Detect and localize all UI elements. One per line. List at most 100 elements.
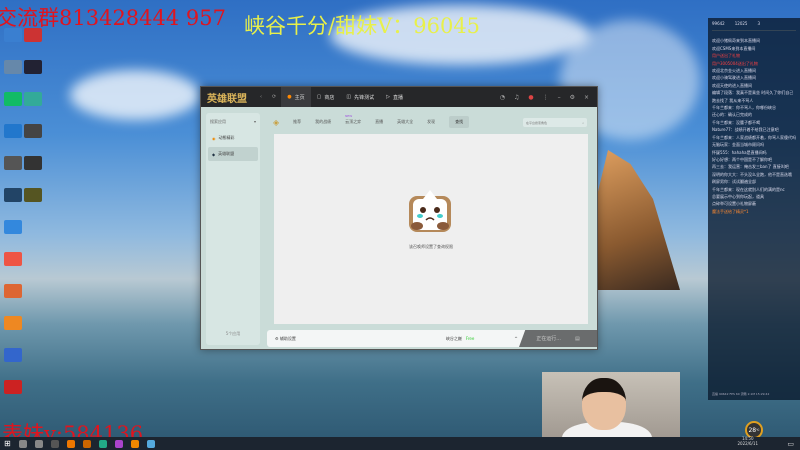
search-input[interactable]: 在平台搜索角色 ⌕ (523, 117, 587, 127)
nav-heroes[interactable]: 英雄大全 (397, 119, 413, 125)
viewer-count: 99642 (712, 21, 725, 26)
back-icon[interactable]: ‹ (255, 94, 267, 100)
lol-client-window: 英雄联盟 ‹ ⟳ ● 主页 ▢ 商店 ◫ 先锋测试 ▷ 直播 ◔ ♫ ● ⋮ – ⚙ × 搜索应用… (200, 86, 598, 350)
sidebar-search-label: 搜索应用 (210, 119, 226, 124)
chat-message: 欢迎北京金火进入直播间 (712, 68, 756, 74)
app-icon[interactable] (114, 439, 123, 448)
menu-icon[interactable]: ▤ (575, 336, 580, 342)
play-icon: ▷ (386, 94, 390, 100)
assist-settings-button[interactable]: 辅助设置 (280, 336, 296, 342)
crying-poro-icon (409, 190, 451, 232)
desktop-icon[interactable] (4, 28, 22, 42)
edge-icon[interactable] (98, 439, 107, 448)
running-button[interactable]: 正在运行... ▤ (519, 330, 597, 347)
lol-client-icon[interactable] (130, 439, 139, 448)
desktop-icon[interactable] (4, 380, 22, 394)
stream-stats: 直播 99642 FPS 60 流畅 2.1M 15:29:42 (712, 391, 770, 396)
menu-icon[interactable]: ⋮ (543, 94, 549, 101)
tab-shop[interactable]: ▢ 商店 (311, 87, 341, 107)
desktop-icon[interactable] (4, 284, 22, 298)
nav-discover[interactable]: 发现 (427, 119, 435, 125)
cloud (70, 70, 200, 120)
sidebar-item-label: 英雄联盟 (218, 151, 235, 156)
clock[interactable]: 14:50 2022/6/11 (737, 436, 758, 446)
app-icon[interactable] (50, 439, 59, 448)
new-badge: NEW (345, 114, 353, 118)
desktop-icon[interactable] (4, 92, 22, 106)
task-view-icon[interactable] (34, 439, 43, 448)
sidebar-item-label: 动態精彩 (218, 135, 235, 140)
desktop-icon[interactable] (4, 60, 22, 74)
minimize-icon[interactable]: – (558, 94, 561, 101)
nav-my-record[interactable]: 我的战绩 (315, 119, 331, 125)
temperature-value: 28 (748, 426, 757, 434)
chat-message: 千年兰都来：人家战绩都开着，你骂人家傻代吗 (712, 134, 796, 140)
chevron-down-icon: ▾ (253, 119, 256, 124)
desktop-icon[interactable] (4, 188, 22, 202)
chat-message: 还心的：确认已完成的 (712, 112, 752, 118)
gamepad-icon: ◫ (346, 94, 352, 100)
desktop-icon[interactable] (4, 156, 22, 170)
start-icon[interactable]: ⊞ (4, 439, 11, 448)
tab-label: 先锋测试 (354, 94, 375, 101)
sidebar: 搜索应用 ▾ ◉ 动態精彩 ◆ 英雄联盟 5个应用 (206, 113, 260, 345)
region-selector[interactable]: 峡谷之巅 (446, 336, 462, 342)
desktop-icon[interactable] (4, 316, 22, 330)
tab-home[interactable]: ● 主页 (281, 87, 311, 107)
desktop-icon[interactable] (24, 124, 42, 138)
desktop-icon[interactable] (4, 348, 22, 362)
empty-message: 该召唤师设置了查询权限 (409, 244, 453, 249)
chat-message: 用户3005004送出了礼物 (712, 60, 758, 66)
overlay-wechat-text: 峡谷千分/甜妹V：96045 (244, 14, 481, 38)
refresh-icon[interactable]: ⟳ (267, 94, 281, 100)
nav-tft[interactable]: NEW 云顶之弈 (345, 114, 361, 125)
client-logo: 英雄联盟 (207, 93, 247, 105)
settings-icon[interactable]: ⚙ (570, 94, 575, 101)
desktop-icon[interactable] (4, 124, 22, 138)
desktop-icon[interactable] (24, 60, 42, 74)
live-chat-panel: 99642 12025 3 欢迎小猪佩奇来到本直播间 欢迎CSMS来到本直播间 用户… (708, 18, 800, 400)
client-footer: ⚙ 辅助设置 峡谷之巅 Free ^ 正在运行... ▤ (267, 330, 597, 347)
app-icon[interactable] (146, 439, 155, 448)
sidebar-footer: 5个应用 (225, 331, 241, 336)
clock-date: 2022/6/11 (737, 441, 758, 446)
chat-message: 再三去：我运营：俺击发三ban了 直接叫吧 (712, 164, 789, 170)
bell-icon[interactable]: ♫ (514, 94, 519, 101)
lol-logo-icon: ◈ (273, 117, 280, 127)
nav-live[interactable]: 直播 (375, 119, 383, 125)
tab-pioneer-test[interactable]: ◫ 先锋测试 (340, 87, 380, 107)
sidebar-search[interactable]: 搜索应用 ▾ (210, 119, 256, 125)
desktop-icon[interactable] (24, 188, 42, 202)
search-icon[interactable]: ⌕ (582, 121, 584, 125)
sidebar-item-lol[interactable]: ◆ 英雄联盟 (208, 147, 258, 161)
avatar[interactable]: ● (528, 94, 533, 101)
desktop-icon[interactable] (24, 92, 42, 106)
sidebar-item-highlights[interactable]: ◉ 动態精彩 (208, 131, 258, 145)
notification-icon[interactable]: ▭ (787, 440, 794, 448)
desktop-icon[interactable] (24, 156, 42, 170)
chat-messages: 欢迎小猪佩奇来到本直播间 欢迎CSMS来到本直播间 用户送出了礼物 用户3005004… (712, 37, 796, 215)
app-icon[interactable] (66, 439, 75, 448)
desktop-icon[interactable] (4, 252, 22, 266)
nav-search[interactable]: 查找 (449, 116, 470, 128)
skin-icon[interactable]: ◔ (500, 94, 505, 101)
close-icon[interactable]: × (584, 94, 589, 101)
tab-live[interactable]: ▷ 直播 (380, 87, 409, 107)
app-icon[interactable] (82, 439, 91, 448)
nav-recommend[interactable]: 推荐 (293, 119, 301, 125)
chevron-up-icon[interactable]: ^ (514, 336, 517, 341)
chat-message: 怀疑555：hahaha是直播间吗 (712, 149, 767, 155)
search-icon[interactable] (18, 439, 27, 448)
chat-header: 99642 12025 3 (712, 20, 796, 32)
desktop-icon[interactable] (4, 220, 22, 234)
chat-message: 欢迎小猪佩奇来到本直播间 (712, 38, 760, 44)
content-area: 该召唤师设置了查询权限 (274, 134, 588, 324)
chat-message: 深明的你大大：不头没么全跑，他不是直选哦 (712, 171, 792, 177)
chat-message: 用户送出了礼物 (712, 53, 740, 59)
desktop-icon[interactable] (24, 28, 42, 42)
desktop-icons (4, 28, 48, 412)
chat-message: 总要展示中心到你玩起，道具 (712, 193, 764, 199)
chat-message: 欢迎天使的进入直播间 (712, 82, 752, 88)
streamer-face (582, 378, 626, 430)
chat-message: 点碎举可设置小礼物屏蔽 (712, 201, 756, 207)
